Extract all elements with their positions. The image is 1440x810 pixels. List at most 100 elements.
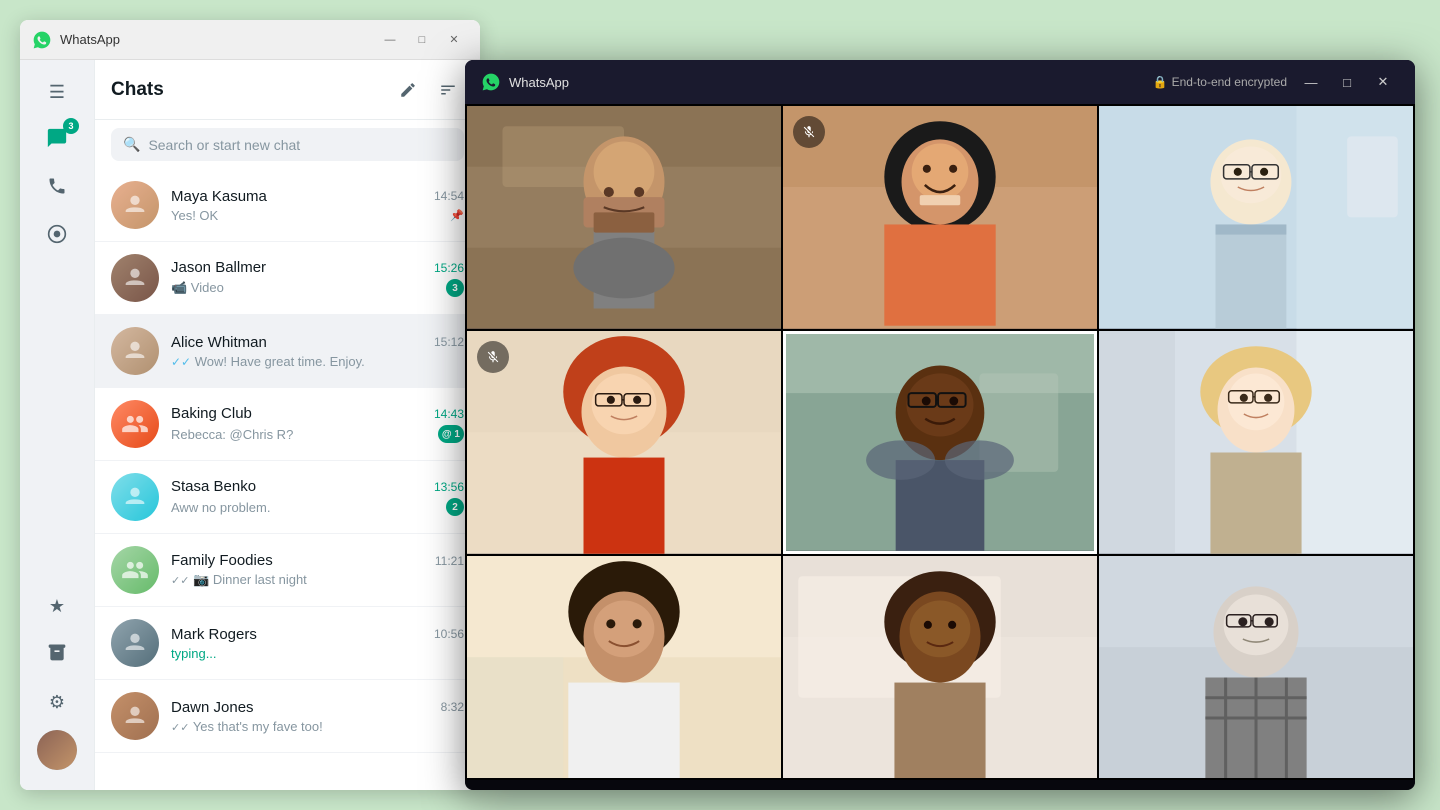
avatar bbox=[111, 473, 159, 521]
chat-name: Mark Rogers bbox=[171, 626, 257, 643]
sidebar-item-status[interactable] bbox=[37, 216, 77, 256]
main-minimize-button[interactable]: — bbox=[376, 30, 404, 50]
video-feed bbox=[467, 331, 781, 554]
video-feed bbox=[783, 106, 1097, 329]
main-window-title: WhatsApp bbox=[60, 32, 368, 47]
sidebar-item-settings[interactable]: ⚙ bbox=[37, 682, 77, 722]
video-cell bbox=[467, 556, 781, 779]
list-item[interactable]: Baking Club 14:43 Rebecca: @Chris R? @ 1 bbox=[95, 388, 480, 461]
video-cell bbox=[783, 556, 1097, 779]
search-wrapper: 🔍 bbox=[111, 128, 464, 161]
chat-preview-row: Rebecca: @Chris R? @ 1 bbox=[171, 425, 464, 443]
video-titlebar: WhatsApp 🔒 End-to-end encrypted — □ ✕ bbox=[465, 60, 1415, 104]
chat-name: Alice Whitman bbox=[171, 334, 267, 351]
chat-time: 8:32 bbox=[441, 700, 464, 714]
status-icon bbox=[47, 224, 67, 249]
video-feed bbox=[1099, 106, 1413, 329]
user-avatar[interactable] bbox=[37, 730, 77, 770]
calls-icon bbox=[47, 176, 67, 201]
chat-name-row: Alice Whitman 15:12 bbox=[171, 334, 464, 351]
sidebar-item-starred[interactable]: ★ bbox=[37, 586, 77, 626]
chat-name-row: Stasa Benko 13:56 bbox=[171, 478, 464, 495]
main-maximize-button[interactable]: □ bbox=[408, 30, 436, 50]
list-item[interactable]: Alice Whitman 15:12 ✓✓ Wow! Have great t… bbox=[95, 315, 480, 388]
chat-name: Maya Kasuma bbox=[171, 188, 267, 205]
chat-preview-row: ✓✓ 📷 Dinner last night bbox=[171, 572, 464, 588]
chat-info: Mark Rogers 10:56 typing... bbox=[171, 626, 464, 661]
video-cell bbox=[1099, 106, 1413, 329]
list-item[interactable]: Family Foodies 11:21 ✓✓ 📷 Dinner last ni… bbox=[95, 534, 480, 607]
list-item[interactable]: Maya Kasuma 14:54 Yes! OK 📌 bbox=[95, 169, 480, 242]
chat-preview: Rebecca: @Chris R? bbox=[171, 427, 293, 442]
chat-panel: Chats 🔍 bbox=[95, 60, 480, 790]
main-close-button[interactable]: ✕ bbox=[440, 30, 468, 50]
video-close-button[interactable]: ✕ bbox=[1367, 68, 1399, 96]
video-cell bbox=[467, 331, 781, 554]
whatsapp-logo-icon bbox=[32, 30, 52, 50]
avatar bbox=[111, 254, 159, 302]
archived-icon bbox=[47, 642, 67, 667]
video-feed bbox=[783, 556, 1097, 779]
sidebar-item-calls[interactable] bbox=[37, 168, 77, 208]
chat-info: Stasa Benko 13:56 Aww no problem. 2 bbox=[171, 478, 464, 516]
sidebar-item-chats[interactable]: 3 bbox=[37, 120, 77, 160]
sidebar-item-archived[interactable] bbox=[37, 634, 77, 674]
chat-time: 14:43 bbox=[434, 407, 464, 421]
search-input[interactable] bbox=[148, 137, 452, 153]
lock-icon: 🔒 bbox=[1153, 75, 1168, 89]
list-item[interactable]: Dawn Jones 8:32 ✓✓ Yes that's my fave to… bbox=[95, 680, 480, 753]
video-grid bbox=[465, 104, 1415, 780]
chat-name: Dawn Jones bbox=[171, 699, 254, 716]
video-feed bbox=[1099, 556, 1413, 779]
chat-name: Stasa Benko bbox=[171, 478, 256, 495]
chats-unread-badge: 3 bbox=[63, 118, 79, 134]
chat-time: 15:12 bbox=[434, 335, 464, 349]
chat-preview-row: typing... bbox=[171, 646, 464, 661]
chat-preview-row: Yes! OK 📌 bbox=[171, 208, 464, 223]
video-window-title: WhatsApp bbox=[509, 75, 1145, 90]
chat-preview: Aww no problem. bbox=[171, 500, 270, 515]
video-feed bbox=[786, 334, 1094, 551]
chats-title: Chats bbox=[111, 79, 164, 101]
chat-preview: ✓✓ Wow! Have great time. Enjoy. bbox=[171, 354, 365, 369]
avatar bbox=[111, 181, 159, 229]
list-item[interactable]: Mark Rogers 10:56 typing... bbox=[95, 607, 480, 680]
filter-button[interactable] bbox=[432, 74, 464, 106]
chat-info: Jason Ballmer 15:26 📹 Video 3 bbox=[171, 259, 464, 297]
avatar bbox=[111, 327, 159, 375]
video-cell bbox=[467, 106, 781, 329]
chat-info: Baking Club 14:43 Rebecca: @Chris R? @ 1 bbox=[171, 405, 464, 443]
chat-preview-row: Aww no problem. 2 bbox=[171, 498, 464, 516]
chat-preview: 📹 Video bbox=[171, 280, 224, 296]
encryption-badge: 🔒 End-to-end encrypted bbox=[1153, 75, 1287, 89]
chat-name-row: Jason Ballmer 15:26 bbox=[171, 259, 464, 276]
new-chat-button[interactable] bbox=[392, 74, 424, 106]
mention-badge: @ 1 bbox=[438, 425, 464, 443]
video-cell bbox=[1099, 331, 1413, 554]
main-win-controls: — □ ✕ bbox=[376, 30, 468, 50]
chat-preview-row: ✓✓ Wow! Have great time. Enjoy. bbox=[171, 354, 464, 369]
chat-time: 14:54 bbox=[434, 189, 464, 203]
chat-name-row: Baking Club 14:43 bbox=[171, 405, 464, 422]
chat-preview: typing... bbox=[171, 646, 217, 661]
chat-name-row: Mark Rogers 10:56 bbox=[171, 626, 464, 643]
chat-list: Maya Kasuma 14:54 Yes! OK 📌 Jason Ball bbox=[95, 169, 480, 783]
list-item[interactable]: Jason Ballmer 15:26 📹 Video 3 bbox=[95, 242, 480, 315]
video-minimize-button[interactable]: — bbox=[1295, 68, 1327, 96]
chats-header: Chats bbox=[95, 60, 480, 120]
encryption-label: End-to-end encrypted bbox=[1172, 75, 1287, 89]
chat-info: Dawn Jones 8:32 ✓✓ Yes that's my fave to… bbox=[171, 699, 464, 734]
search-icon: 🔍 bbox=[123, 136, 140, 153]
chat-name-row: Maya Kasuma 14:54 bbox=[171, 188, 464, 205]
chat-info: Maya Kasuma 14:54 Yes! OK 📌 bbox=[171, 188, 464, 223]
video-win-controls: — □ ✕ bbox=[1295, 68, 1399, 96]
sidebar-item-menu[interactable]: ☰ bbox=[37, 72, 77, 112]
avatar bbox=[111, 546, 159, 594]
video-maximize-button[interactable]: □ bbox=[1331, 68, 1363, 96]
main-titlebar: WhatsApp — □ ✕ bbox=[20, 20, 480, 60]
list-item[interactable]: Stasa Benko 13:56 Aww no problem. 2 bbox=[95, 461, 480, 534]
header-actions bbox=[392, 74, 464, 106]
unread-badge: 2 bbox=[446, 498, 464, 516]
sidebar: ☰ 3 ★ bbox=[20, 60, 95, 790]
chat-preview-row: 📹 Video 3 bbox=[171, 279, 464, 297]
